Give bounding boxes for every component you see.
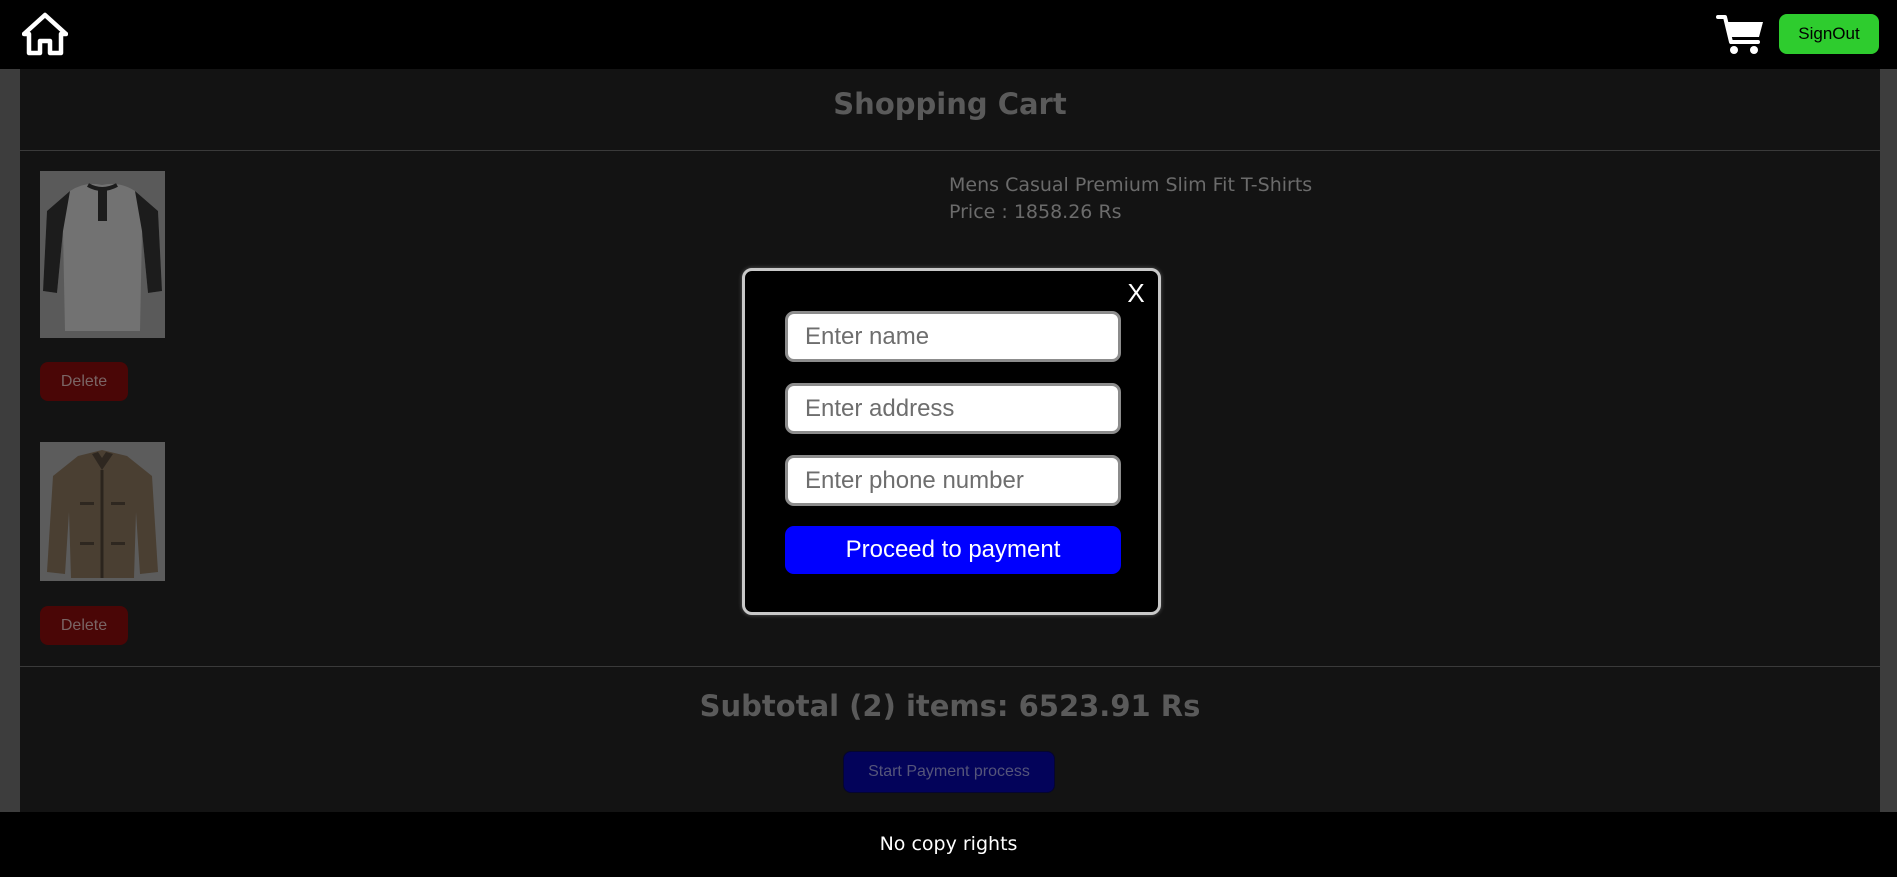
footer: No copy rights bbox=[0, 812, 1897, 877]
phone-input[interactable] bbox=[785, 455, 1121, 506]
product-image-jacket bbox=[40, 442, 165, 581]
start-payment-button[interactable]: Start Payment process bbox=[843, 751, 1055, 793]
home-icon[interactable] bbox=[21, 12, 69, 56]
signout-button[interactable]: SignOut bbox=[1779, 14, 1879, 54]
shopping-cart-icon[interactable] bbox=[1716, 12, 1766, 56]
divider bbox=[20, 150, 1880, 151]
product-price: Price : 1858.26 Rs bbox=[949, 201, 1122, 223]
address-input[interactable] bbox=[785, 383, 1121, 434]
product-name: Mens Casual Premium Slim Fit T-Shirts bbox=[949, 174, 1313, 196]
cart-title: Shopping Cart bbox=[833, 87, 1067, 121]
product-image-tshirt bbox=[40, 171, 165, 338]
top-navbar: SignOut bbox=[0, 0, 1897, 69]
checkout-modal: X Proceed to payment bbox=[742, 268, 1161, 615]
proceed-to-payment-button[interactable]: Proceed to payment bbox=[785, 526, 1121, 574]
delete-button[interactable]: Delete bbox=[40, 362, 128, 401]
divider bbox=[20, 666, 1880, 667]
delete-button[interactable]: Delete bbox=[40, 606, 128, 645]
close-button[interactable]: X bbox=[1123, 279, 1149, 307]
subtotal-text: Subtotal (2) items: 6523.91 Rs bbox=[699, 689, 1201, 723]
footer-text: No copy rights bbox=[879, 833, 1018, 855]
name-input[interactable] bbox=[785, 311, 1121, 362]
